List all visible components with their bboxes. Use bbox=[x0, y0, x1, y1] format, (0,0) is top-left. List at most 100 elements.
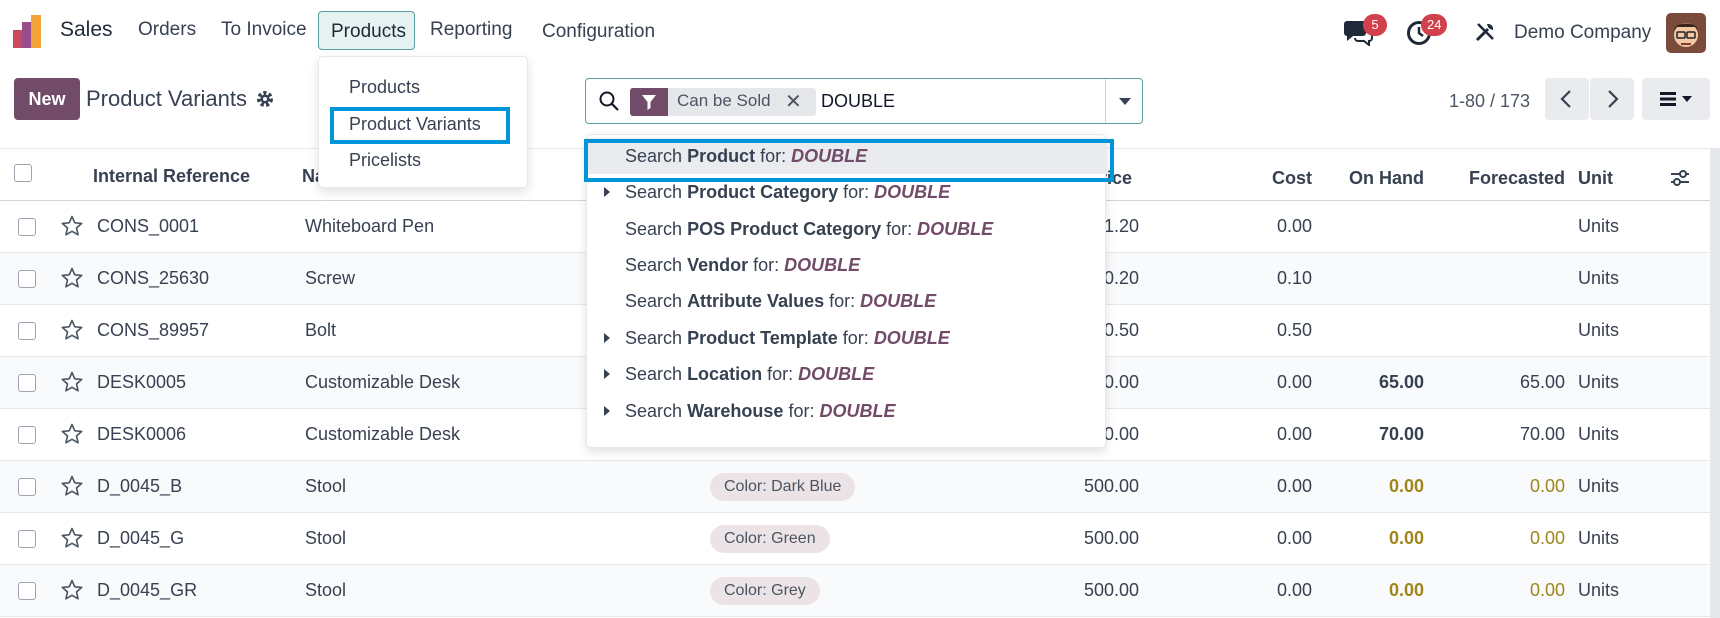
activities-badge: 24 bbox=[1421, 14, 1448, 36]
cell-cost: 0.00 bbox=[1276, 580, 1312, 600]
cell-cost: 0.00 bbox=[1276, 528, 1312, 548]
menu-orders[interactable]: Orders bbox=[138, 19, 196, 41]
facet-remove-icon[interactable]: ✕ bbox=[785, 89, 802, 114]
star-icon[interactable] bbox=[60, 214, 84, 238]
autocomplete-item-label: Search Attribute Values for: DOUBLE bbox=[625, 291, 937, 311]
page-title: Product Variants bbox=[86, 86, 248, 111]
cell-internal-reference: DESK0006 bbox=[97, 424, 187, 444]
highlight-product-variants bbox=[330, 107, 510, 144]
column-cost[interactable]: Cost bbox=[1200, 168, 1312, 189]
messages-badge: 5 bbox=[1363, 14, 1387, 36]
star-icon[interactable] bbox=[60, 318, 84, 342]
gear-icon[interactable] bbox=[255, 89, 275, 109]
menu-products-label: Products bbox=[331, 21, 406, 42]
cell-internal-reference: D_0045_GR bbox=[97, 580, 198, 600]
cell-forecasted: 0.00 bbox=[1529, 580, 1565, 600]
cell-name: Customizable Desk bbox=[305, 424, 461, 444]
row-checkbox[interactable] bbox=[18, 270, 36, 288]
row-checkbox[interactable] bbox=[18, 374, 36, 392]
cell-sales-price: 500.00 bbox=[1083, 580, 1139, 600]
cell-on-hand: 0.00 bbox=[1388, 580, 1424, 600]
menu-item-pricelists[interactable]: Pricelists bbox=[349, 150, 421, 171]
column-unit[interactable]: Unit bbox=[1578, 168, 1613, 189]
column-internal-reference[interactable]: Internal Reference bbox=[93, 166, 250, 187]
table-row[interactable]: D_0045_GR Stool Color: Grey 500.00 0.00 0.00 0… bbox=[0, 565, 1720, 617]
pager-previous-button[interactable] bbox=[1545, 78, 1589, 120]
cell-cost: 0.10 bbox=[1276, 268, 1312, 288]
cell-cost: 0.50 bbox=[1276, 320, 1312, 340]
cell-on-hand: 70.00 bbox=[1378, 424, 1424, 444]
caret-right-icon[interactable] bbox=[604, 333, 610, 343]
autocomplete-item[interactable]: Search POS Product Category for: DOUBLE bbox=[587, 211, 1107, 247]
cell-unit: Units bbox=[1578, 320, 1620, 340]
autocomplete-item[interactable]: Search Location for: DOUBLE bbox=[587, 356, 1107, 392]
cell-forecasted: 0.00 bbox=[1529, 528, 1565, 548]
company-name[interactable]: Demo Company bbox=[1514, 22, 1651, 44]
list-view-icon bbox=[1660, 92, 1692, 106]
debug-tools-icon[interactable] bbox=[1474, 21, 1496, 43]
cell-on-hand: 65.00 bbox=[1378, 372, 1424, 392]
column-on-hand[interactable]: On Hand bbox=[1300, 168, 1424, 189]
autocomplete-item-label: Search Vendor for: DOUBLE bbox=[625, 255, 861, 275]
autocomplete-item[interactable]: Search Warehouse for: DOUBLE bbox=[587, 393, 1107, 429]
star-icon[interactable] bbox=[60, 526, 84, 550]
caret-right-icon[interactable] bbox=[604, 369, 610, 379]
cell-cost: 0.00 bbox=[1276, 424, 1312, 444]
cell-name: Stool bbox=[305, 528, 347, 548]
attribute-tag: Color: Grey bbox=[710, 577, 820, 605]
row-checkbox[interactable] bbox=[18, 530, 36, 548]
search-options-toggle[interactable] bbox=[1105, 79, 1143, 123]
user-avatar[interactable] bbox=[1666, 13, 1706, 53]
autocomplete-item[interactable]: Search Vendor for: DOUBLE bbox=[587, 247, 1107, 283]
app-name[interactable]: Sales bbox=[60, 18, 113, 42]
cell-cost: 0.00 bbox=[1276, 476, 1312, 496]
view-switcher-button[interactable] bbox=[1642, 78, 1710, 120]
row-checkbox[interactable] bbox=[18, 426, 36, 444]
search-input[interactable]: DOUBLE bbox=[821, 91, 895, 112]
autocomplete-item-label: Search POS Product Category for: DOUBLE bbox=[625, 219, 994, 239]
cell-forecasted: 0.00 bbox=[1529, 476, 1565, 496]
cell-name: Customizable Desk bbox=[305, 372, 461, 392]
row-checkbox[interactable] bbox=[18, 582, 36, 600]
caret-right-icon[interactable] bbox=[604, 406, 610, 416]
star-icon[interactable] bbox=[60, 370, 84, 394]
autocomplete-item[interactable]: Search Product Template for: DOUBLE bbox=[587, 320, 1107, 356]
search-bar[interactable]: Can be Sold ✕ DOUBLE bbox=[585, 78, 1143, 124]
row-checkbox[interactable] bbox=[18, 218, 36, 236]
row-checkbox[interactable] bbox=[18, 478, 36, 496]
facet-label: Can be Sold bbox=[677, 91, 771, 110]
cell-name: Whiteboard Pen bbox=[305, 216, 435, 236]
pager-next-button[interactable] bbox=[1590, 78, 1634, 120]
table-row[interactable]: D_0045_B Stool Color: Dark Blue 500.00 0.00 0… bbox=[0, 461, 1720, 513]
autocomplete-item-label: Search Product Category for: DOUBLE bbox=[625, 182, 951, 202]
cell-name: Stool bbox=[305, 476, 347, 496]
menu-to-invoice[interactable]: To Invoice bbox=[221, 19, 307, 41]
menu-configuration[interactable]: Configuration bbox=[542, 21, 655, 43]
chevron-right-icon bbox=[1608, 90, 1619, 108]
star-icon[interactable] bbox=[60, 474, 84, 498]
cell-internal-reference: CONS_0001 bbox=[97, 216, 200, 236]
cell-name: Stool bbox=[305, 580, 347, 600]
table-row[interactable]: D_0045_G Stool Color: Green 500.00 0.00 0.00 0… bbox=[0, 513, 1720, 565]
star-icon[interactable] bbox=[60, 422, 84, 446]
cell-unit: Units bbox=[1578, 268, 1620, 288]
filter-icon bbox=[630, 88, 668, 116]
list-scrollbar[interactable] bbox=[1710, 148, 1720, 618]
menu-products[interactable]: Products bbox=[318, 11, 415, 50]
optional-columns-icon[interactable] bbox=[1669, 168, 1691, 188]
caret-right-icon[interactable] bbox=[604, 187, 610, 197]
cell-internal-reference: CONS_25630 bbox=[97, 268, 210, 288]
star-icon[interactable] bbox=[60, 266, 84, 290]
pager-value[interactable]: 1-80 / 173 bbox=[1449, 91, 1530, 112]
row-checkbox[interactable] bbox=[18, 322, 36, 340]
cell-on-hand: 0.00 bbox=[1388, 476, 1424, 496]
sales-app-icon[interactable] bbox=[12, 14, 48, 50]
star-icon[interactable] bbox=[60, 578, 84, 602]
search-icon[interactable] bbox=[598, 90, 620, 112]
menu-item-products[interactable]: Products bbox=[349, 77, 420, 98]
column-forecasted[interactable]: Forecasted bbox=[1430, 168, 1565, 189]
new-button[interactable]: New bbox=[14, 78, 80, 120]
menu-reporting[interactable]: Reporting bbox=[430, 19, 512, 41]
select-all-checkbox[interactable] bbox=[14, 164, 32, 182]
autocomplete-item[interactable]: Search Attribute Values for: DOUBLE bbox=[587, 283, 1107, 319]
